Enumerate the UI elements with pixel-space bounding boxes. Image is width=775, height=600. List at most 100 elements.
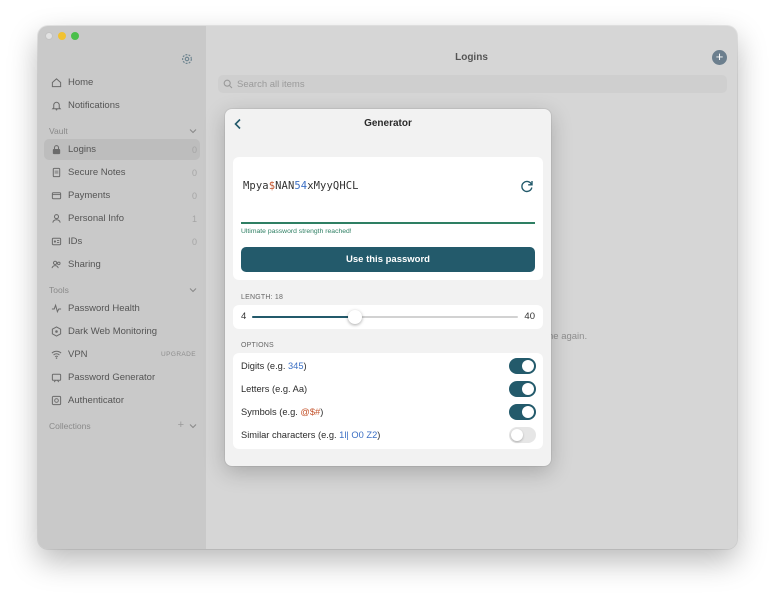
wifi-icon	[50, 349, 62, 361]
sidebar-item-home[interactable]: Home	[44, 72, 200, 93]
sidebar-item-label: Payments	[68, 190, 111, 201]
sidebar-item-dark-web-monitoring[interactable]: Dark Web Monitoring	[44, 321, 200, 342]
options-card: Digits (e.g. 345) Letters (e.g. Aa) Symb…	[233, 353, 543, 449]
sidebar-item-label: Personal Info	[68, 213, 124, 224]
option-similar-characters: Similar characters (e.g. 1l| O0 Z2)	[233, 424, 543, 447]
slider-min-label: 4	[241, 311, 247, 322]
item-count: 1	[191, 213, 197, 224]
sidebar-item-label: Password Health	[68, 303, 140, 314]
add-item-button[interactable]: +	[712, 50, 727, 65]
sidebar-item-label: VPN	[68, 349, 88, 360]
sidebar: Home Notifications Vault Logins 0 Secure…	[38, 26, 206, 549]
share-icon	[50, 259, 62, 271]
section-title: Tools	[49, 285, 69, 295]
symbols-toggle[interactable]	[509, 404, 536, 420]
sidebar-item-notifications[interactable]: Notifications	[44, 95, 200, 116]
item-count: 0	[191, 236, 197, 247]
strength-bar	[241, 222, 535, 224]
add-collection-icon[interactable]: +	[178, 419, 184, 431]
dialog-title: Generator	[364, 118, 412, 129]
sidebar-item-label: Logins	[68, 144, 96, 155]
chevron-down-icon	[189, 288, 197, 293]
slider-thumb[interactable]	[348, 310, 363, 324]
slider-max-label: 40	[524, 311, 535, 322]
option-label: Similar characters (e.g. 1l| O0 Z2)	[241, 430, 381, 440]
option-symbols: Symbols (e.g. @$#)	[233, 401, 543, 424]
sidebar-item-ids[interactable]: IDs 0	[44, 231, 200, 252]
option-label: Digits (e.g. 345)	[241, 361, 307, 371]
item-count: 0	[191, 190, 197, 201]
sidebar-item-sharing[interactable]: Sharing	[44, 254, 200, 275]
generator-dialog: Generator Mpya$NAN54xMyyQHCL Ultimate pa…	[225, 109, 551, 466]
card-icon	[50, 190, 62, 202]
password-segment: NAN	[275, 180, 295, 192]
sidebar-item-payments[interactable]: Payments 0	[44, 185, 200, 206]
sidebar-item-label: IDs	[68, 236, 83, 247]
sidebar-item-label: Home	[68, 77, 94, 88]
page-title: Logins	[455, 52, 488, 63]
section-title: Vault	[49, 126, 68, 136]
sidebar-item-personal-info[interactable]: Personal Info 1	[44, 208, 200, 229]
person-icon	[50, 213, 62, 225]
search-icon	[223, 79, 233, 89]
sidebar-item-label: Dark Web Monitoring	[68, 326, 158, 337]
settings-gear-icon[interactable]	[180, 52, 194, 66]
window-controls	[45, 32, 79, 40]
plus-icon: +	[715, 49, 724, 64]
password-segment: xMyyQHCL	[307, 180, 359, 192]
password-card: Mpya$NAN54xMyyQHCL Ultimate password str…	[233, 157, 543, 280]
sidebar-item-secure-notes[interactable]: Secure Notes 0	[44, 162, 200, 183]
search-bar[interactable]: Search all items	[218, 75, 727, 93]
sidebar-item-vpn[interactable]: VPN UPGRADE	[44, 344, 200, 365]
home-icon	[50, 77, 62, 89]
sidebar-item-password-health[interactable]: Password Health	[44, 298, 200, 319]
close-window-button[interactable]	[45, 32, 53, 40]
authenticator-icon	[50, 395, 62, 407]
sidebar-item-label: Notifications	[68, 100, 120, 111]
sidebar-item-logins[interactable]: Logins 0	[44, 139, 200, 160]
lock-icon	[50, 144, 62, 156]
option-digits: Digits (e.g. 345)	[233, 355, 543, 378]
pulse-icon	[50, 303, 62, 315]
length-label: LENGTH: 18	[241, 294, 284, 301]
generator-icon	[50, 372, 62, 384]
similar-characters-toggle[interactable]	[509, 427, 536, 443]
collections-section-header[interactable]: Collections +	[49, 419, 197, 431]
sidebar-item-label: Sharing	[68, 259, 101, 270]
sidebar-item-authenticator[interactable]: Authenticator	[44, 390, 200, 411]
sidebar-item-label: Authenticator	[68, 395, 124, 406]
option-label: Letters (e.g. Aa)	[241, 384, 308, 394]
vault-section-header[interactable]: Vault	[49, 126, 197, 136]
password-segment: Mpya	[243, 180, 269, 192]
length-slider-card: 4 40	[233, 305, 543, 329]
note-icon	[50, 167, 62, 179]
refresh-icon[interactable]	[520, 179, 534, 193]
slider-fill	[252, 316, 356, 318]
option-letters: Letters (e.g. Aa)	[233, 378, 543, 401]
section-title: Collections	[49, 421, 91, 431]
chevron-down-icon	[189, 129, 197, 134]
generated-password[interactable]: Mpya$NAN54xMyyQHCL	[243, 180, 359, 192]
use-password-button[interactable]: Use this password	[241, 247, 535, 272]
search-input[interactable]: Search all items	[237, 79, 305, 90]
strength-text: Ultimate password strength reached!	[241, 228, 352, 235]
radar-icon	[50, 326, 62, 338]
letters-toggle[interactable]	[509, 381, 536, 397]
options-label: OPTIONS	[241, 342, 274, 349]
maximize-window-button[interactable]	[71, 32, 79, 40]
bell-icon	[50, 100, 62, 112]
item-count: 0	[191, 167, 197, 178]
sidebar-item-label: Password Generator	[68, 372, 156, 383]
password-segment: 54	[294, 180, 308, 192]
chevron-down-icon	[189, 424, 197, 429]
item-count: 0	[191, 144, 197, 155]
tools-section-header[interactable]: Tools	[49, 285, 197, 295]
digits-toggle[interactable]	[509, 358, 536, 374]
sidebar-item-label: Secure Notes	[68, 167, 126, 178]
sidebar-item-password-generator[interactable]: Password Generator	[44, 367, 200, 388]
option-label: Symbols (e.g. @$#)	[241, 407, 324, 417]
length-slider[interactable]	[252, 310, 518, 324]
upgrade-badge[interactable]: UPGRADE	[161, 351, 196, 358]
id-icon	[50, 236, 62, 248]
minimize-window-button[interactable]	[58, 32, 66, 40]
